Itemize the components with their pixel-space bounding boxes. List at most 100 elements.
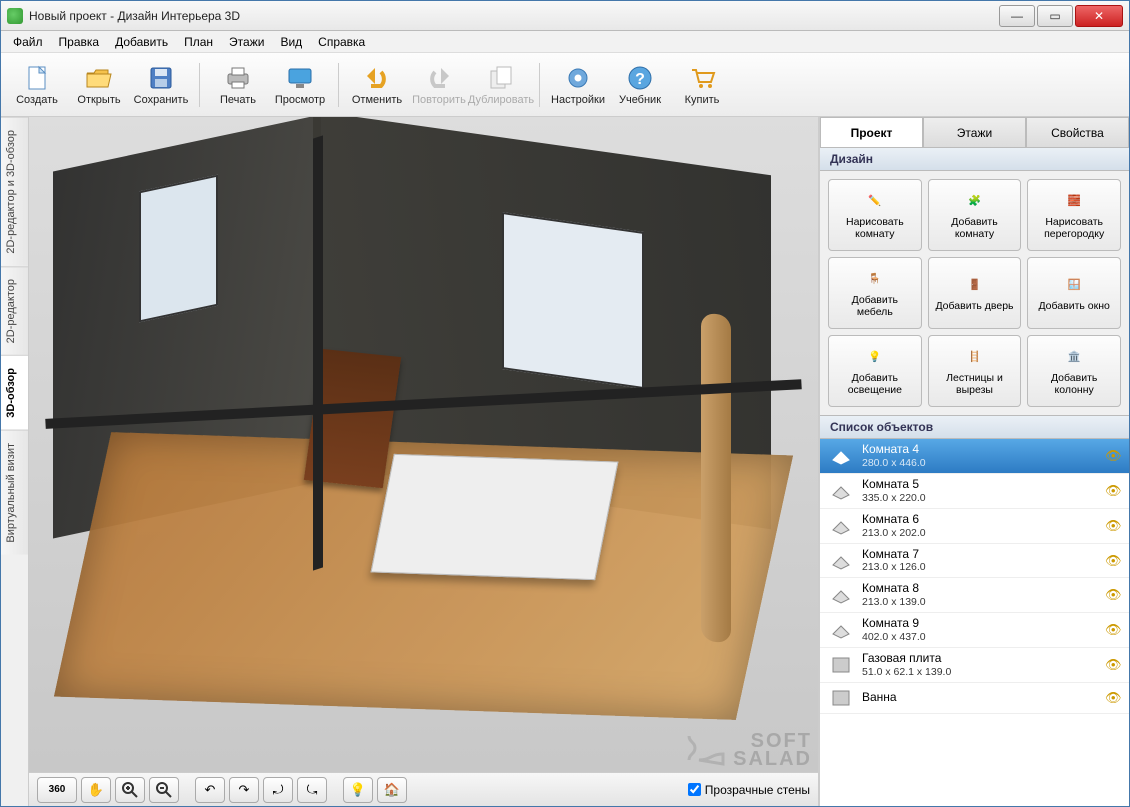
settings-button[interactable]: Настройки xyxy=(548,56,608,114)
object-text: Комната 9402.0 x 437.0 xyxy=(862,617,1097,643)
menu-file[interactable]: Файл xyxy=(5,32,51,52)
transparent-walls-label: Прозрачные стены xyxy=(705,783,810,797)
preview-button[interactable]: Просмотр xyxy=(270,56,330,114)
menu-plan[interactable]: План xyxy=(176,32,221,52)
save-button[interactable]: Сохранить xyxy=(131,56,191,114)
add-room-icon: 🧩 xyxy=(963,190,985,212)
object-row[interactable]: Комната 6213.0 x 202.0👁 xyxy=(820,509,1129,544)
add-column-button[interactable]: 🏛️Добавить колонну xyxy=(1027,335,1121,407)
object-icon xyxy=(828,515,854,537)
viewport-container: SOFT SALAD 360 ✋ ↶ ↷ ⤾ ⤿ 💡 🏠 Прозрач xyxy=(29,117,819,806)
add-room-button[interactable]: 🧩Добавить комнату xyxy=(928,179,1022,251)
separator xyxy=(199,63,200,107)
object-text: Газовая плита51.0 x 62.1 x 139.0 xyxy=(862,652,1097,678)
tab-floors[interactable]: Этажи xyxy=(923,117,1026,147)
object-icon xyxy=(828,687,854,709)
menu-floors[interactable]: Этажи xyxy=(221,32,272,52)
monitor-icon xyxy=(286,64,314,92)
object-row[interactable]: Комната 8213.0 x 139.0 👁 xyxy=(820,578,1129,613)
object-row[interactable]: Комната 7213.0 x 126.0 👁 xyxy=(820,544,1129,579)
menu-edit[interactable]: Правка xyxy=(51,32,108,52)
object-text: Комната 7213.0 x 126.0 xyxy=(862,548,1097,574)
section-design-header: Дизайн xyxy=(820,147,1129,171)
rotate-360-button[interactable]: 360 xyxy=(37,777,77,803)
lighting-button[interactable]: 💡 xyxy=(343,777,373,803)
save-label: Сохранить xyxy=(134,94,189,106)
add-door-button[interactable]: 🚪Добавить дверь xyxy=(928,257,1022,329)
duplicate-label: Дублировать xyxy=(468,94,534,106)
visibility-eye-icon[interactable]: 👁 xyxy=(1105,553,1121,569)
undo-label: Отменить xyxy=(352,94,402,106)
separator xyxy=(338,63,339,107)
stairs-cutouts-button[interactable]: 🪜Лестницы и вырезы xyxy=(928,335,1022,407)
separator xyxy=(539,63,540,107)
tilt-down-button[interactable]: ⤿ xyxy=(297,777,327,803)
app-icon xyxy=(7,8,23,24)
window-title: Новый проект - Дизайн Интерьера 3D xyxy=(29,9,997,23)
visibility-eye-icon[interactable]: 👁 xyxy=(1105,622,1121,638)
open-button[interactable]: Открыть xyxy=(69,56,129,114)
design-tools-grid: ✏️Нарисовать комнату 🧩Добавить комнату 🧱… xyxy=(820,171,1129,415)
menu-view[interactable]: Вид xyxy=(272,32,310,52)
draw-room-button[interactable]: ✏️Нарисовать комнату xyxy=(828,179,922,251)
rotate-left-button[interactable]: ↶ xyxy=(195,777,225,803)
tutorial-button[interactable]: ? Учебник xyxy=(610,56,670,114)
section-objects-header: Список объектов xyxy=(820,415,1129,439)
duplicate-button[interactable]: Дублировать xyxy=(471,56,531,114)
viewport-3d[interactable]: SOFT SALAD xyxy=(29,117,819,772)
duplicate-icon xyxy=(487,64,515,92)
visibility-eye-icon[interactable]: 👁 xyxy=(1105,587,1121,603)
draw-wall-button[interactable]: 🧱Нарисовать перегородку xyxy=(1027,179,1121,251)
object-list[interactable]: Комната 4280.0 x 446.0👁Комната 5335.0 x … xyxy=(820,439,1129,806)
vtab-2d-editor[interactable]: 2D-редактор xyxy=(1,266,28,355)
visibility-eye-icon[interactable]: 👁 xyxy=(1105,657,1121,673)
transparent-walls-checkbox[interactable]: Прозрачные стены xyxy=(688,783,810,797)
vtab-3d-view[interactable]: 3D-обзор xyxy=(1,355,28,430)
zoom-in-button[interactable] xyxy=(115,777,145,803)
tab-project[interactable]: Проект xyxy=(820,117,923,147)
print-button[interactable]: Печать xyxy=(208,56,268,114)
menu-add[interactable]: Добавить xyxy=(107,32,176,52)
create-button[interactable]: Создать xyxy=(7,56,67,114)
pan-button[interactable]: ✋ xyxy=(81,777,111,803)
buy-button[interactable]: Купить xyxy=(672,56,732,114)
add-light-button[interactable]: 💡Добавить освещение xyxy=(828,335,922,407)
redo-button[interactable]: Повторить xyxy=(409,56,469,114)
tab-properties[interactable]: Свойства xyxy=(1026,117,1129,147)
object-icon xyxy=(828,654,854,676)
object-row[interactable]: Комната 5335.0 x 220.0 👁 xyxy=(820,474,1129,509)
toolbar: Создать Открыть Сохранить Печать Просмот… xyxy=(1,53,1129,117)
object-text: Комната 8213.0 x 139.0 xyxy=(862,582,1097,608)
object-icon xyxy=(828,445,854,467)
visibility-eye-icon[interactable]: 👁 xyxy=(1105,448,1121,464)
redo-icon xyxy=(425,64,453,92)
object-icon xyxy=(828,480,854,502)
tilt-up-button[interactable]: ⤾ xyxy=(263,777,293,803)
maximize-button[interactable]: ▭ xyxy=(1037,5,1073,27)
visibility-eye-icon[interactable]: 👁 xyxy=(1105,690,1121,706)
minimize-button[interactable]: — xyxy=(999,5,1035,27)
menu-help[interactable]: Справка xyxy=(310,32,373,52)
home-view-button[interactable]: 🏠 xyxy=(377,777,407,803)
object-row[interactable]: Газовая плита51.0 x 62.1 x 139.0 👁 xyxy=(820,648,1129,683)
vtab-virtual-visit[interactable]: Виртуальный визит xyxy=(1,430,28,555)
object-text: Комната 4280.0 x 446.0 xyxy=(862,443,1097,469)
viewport-toolbar: 360 ✋ ↶ ↷ ⤾ ⤿ 💡 🏠 Прозрачные стены xyxy=(29,772,819,806)
visibility-eye-icon[interactable]: 👁 xyxy=(1105,518,1121,534)
transparent-walls-input[interactable] xyxy=(688,783,701,796)
rotate-right-button[interactable]: ↷ xyxy=(229,777,259,803)
undo-button[interactable]: Отменить xyxy=(347,56,407,114)
zoom-out-button[interactable] xyxy=(149,777,179,803)
add-furniture-button[interactable]: 🪑Добавить мебель xyxy=(828,257,922,329)
add-window-button[interactable]: 🪟Добавить окно xyxy=(1027,257,1121,329)
window-icon: 🪟 xyxy=(1063,274,1085,296)
close-button[interactable]: ✕ xyxy=(1075,5,1123,27)
printer-icon xyxy=(224,64,252,92)
visibility-eye-icon[interactable]: 👁 xyxy=(1105,483,1121,499)
vertical-tabs: 2D-редактор и 3D-обзор 2D-редактор 3D-об… xyxy=(1,117,29,806)
vtab-combined[interactable]: 2D-редактор и 3D-обзор xyxy=(1,117,28,266)
object-text: Комната 5335.0 x 220.0 xyxy=(862,478,1097,504)
object-row[interactable]: Комната 9402.0 x 437.0 👁 xyxy=(820,613,1129,648)
object-row[interactable]: Ванна👁 xyxy=(820,683,1129,714)
object-row[interactable]: Комната 4280.0 x 446.0 👁 xyxy=(820,439,1129,474)
